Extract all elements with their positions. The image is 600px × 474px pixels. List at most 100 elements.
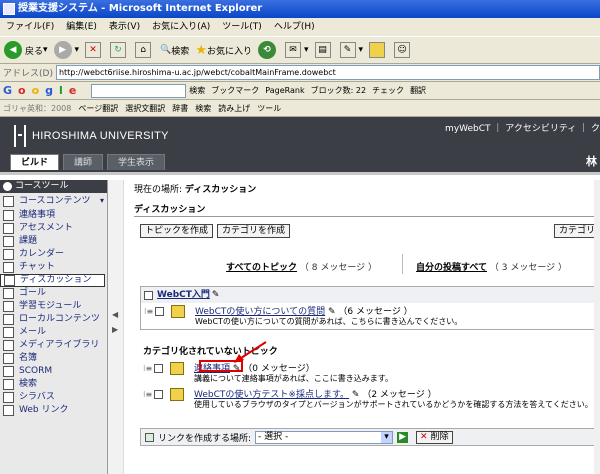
star-icon: ★ [195, 42, 207, 58]
print-icon: ▤ [314, 42, 331, 58]
back-button[interactable]: ◀ 戻る ▾ [4, 41, 48, 59]
tree-icon: ⁝≡ [143, 364, 153, 373]
breadcrumb: 現在の場所: ディスカッション [134, 185, 257, 195]
history-button[interactable]: ⟲ [257, 41, 279, 59]
menu-file[interactable]: ファイル(F) [6, 22, 54, 32]
sidebar-item-discussions[interactable]: ディスカッション [0, 274, 105, 287]
folder-button[interactable] [369, 42, 388, 58]
sidebar-item-assessments[interactable]: アセスメント [0, 222, 107, 235]
module-icon [3, 301, 14, 312]
print-button[interactable]: ▤ [314, 42, 334, 58]
address-bar: アドレス(D) http://webct6riise.hiroshima-u.a… [0, 64, 600, 82]
messenger-button[interactable]: ☺ [394, 42, 413, 58]
menu-favorites[interactable]: お気に入り(A) [152, 22, 210, 32]
divider [134, 216, 600, 217]
all-topics-filter[interactable]: すべてのトピック （ 8 メッセージ ） [226, 260, 377, 273]
home-icon [3, 195, 14, 207]
tab-student-view[interactable]: 学生表示 [107, 154, 166, 170]
my-posts-filter[interactable]: 自分の投稿すべて （ 3 メッセージ ） [416, 260, 567, 273]
translate-button[interactable]: 翻訳 [410, 85, 426, 96]
create-link-bar: リンクを作成する場所: - 選択 - ▾ ▶ ✕ 削除 [140, 428, 600, 446]
sidebar-item-calendar[interactable]: カレンダー [0, 248, 107, 261]
role-tabs: ビルド 講師 学生表示 [10, 154, 169, 170]
go-button[interactable]: ▶ [397, 431, 409, 443]
chevron-down-icon[interactable]: ▾ [381, 431, 393, 443]
create-topic-button[interactable]: トピックを作成 [140, 224, 214, 238]
sidebar-item-search[interactable]: 検索 [0, 378, 107, 391]
sidebar-item-announcements[interactable]: 連絡事項 [0, 209, 107, 222]
menu-help[interactable]: ヘルプ(H) [274, 22, 315, 32]
google-search-button[interactable]: 検索 [189, 85, 205, 96]
address-input[interactable]: http://webct6riise.hiroshima-u.ac.jp/web… [55, 65, 600, 80]
selection-translate-button[interactable]: 選択文翻訳 [125, 103, 165, 114]
edit-button[interactable]: ✎ ▾ [339, 42, 363, 58]
expand-right-icon[interactable]: ▶ [112, 325, 118, 334]
filter-separator [402, 254, 403, 274]
topic-checkbox[interactable] [154, 364, 163, 373]
mail-button[interactable]: ✉ ▾ [284, 42, 309, 58]
sidebar-item-chat[interactable]: チャット [0, 261, 107, 274]
spellcheck-button[interactable]: チェック [372, 85, 404, 96]
topic-checkbox[interactable] [155, 307, 164, 316]
link-location-select[interactable]: - 選択 - ▾ [255, 430, 394, 444]
refresh-icon: ↻ [110, 42, 127, 58]
refresh-button[interactable]: ↻ [110, 42, 129, 58]
dictionary-button[interactable]: 辞書 [172, 103, 188, 114]
sidebar-item-syllabus[interactable]: シラバス [0, 391, 107, 404]
favorites-button[interactable]: ★ お気に入り [195, 43, 252, 58]
mail-icon [3, 327, 14, 338]
page-translate-button[interactable]: ページ翻訳 [78, 103, 118, 114]
collapse-left-icon[interactable]: ◀ [112, 310, 118, 319]
dict-search-button[interactable]: 検索 [195, 103, 211, 114]
assignment-icon [3, 236, 14, 247]
google-search-input[interactable] [91, 83, 187, 98]
sidebar-item-media-library[interactable]: メディアライブラリ [0, 339, 107, 352]
sidebar-item-mail[interactable]: メール [0, 326, 107, 339]
university-logo: HIROSHIMA UNIVERSITY [14, 125, 169, 147]
page-title: ディスカッション [134, 205, 206, 215]
sidebar-item-roster[interactable]: 名簿 [0, 352, 107, 365]
header-links[interactable]: myWebCT ｜ アクセシビリティ ｜ ク [445, 121, 600, 134]
sidebar-item-learning-modules[interactable]: 学習モジュール [0, 300, 107, 313]
tools-button[interactable]: ツール [257, 103, 281, 114]
announcement-icon [3, 210, 14, 221]
tab-build[interactable]: ビルド [10, 154, 60, 170]
category-checkbox[interactable] [144, 290, 153, 300]
menu-tools[interactable]: ツール(T) [222, 22, 262, 32]
folder-icon [369, 42, 386, 58]
category-uncategorized: カテゴリ化されていないトピック ⁝≡ 連絡事項 ✎ （0 メッセージ） 講義につ… [140, 344, 600, 412]
forward-button[interactable]: ▶ ▾ [53, 41, 79, 59]
read-aloud-button[interactable]: 読み上げ [218, 103, 250, 114]
red-arrow-annotation [234, 341, 267, 363]
vertical-scrollbar[interactable] [594, 180, 600, 474]
mail-icon: ✉ [284, 42, 301, 58]
topic-checkbox[interactable] [154, 390, 163, 399]
tab-instructor[interactable]: 講師 [63, 154, 104, 170]
menu-view[interactable]: 表示(V) [109, 22, 140, 32]
category-header: カテゴリ化されていないトピック [140, 344, 600, 360]
history-icon: ⟲ [257, 41, 276, 59]
menu-bar: ファイル(F) 編集(E) 表示(V) お気に入り(A) ツール(T) ヘルプ(H) [0, 18, 600, 36]
chevron-down-icon[interactable]: ▾ [100, 193, 104, 209]
sidebar-splitter[interactable]: ◀ ▶ [108, 180, 124, 474]
sidebar-item-web-links[interactable]: Web リンク [0, 404, 107, 417]
delete-button[interactable]: ✕ 削除 [416, 430, 453, 444]
stop-button[interactable]: ✕ [85, 42, 104, 58]
course-tools-heading[interactable]: コースツール [0, 180, 107, 193]
course-tools-sidebar: コースツール コースコンテンツ ▾ 連絡事項 アセスメント 課題 カレンダー チャ… [0, 180, 108, 474]
sidebar-item-local-content[interactable]: ローカルコンテンツ [0, 313, 107, 326]
search-button[interactable]: 🔍 検索 [160, 44, 189, 57]
sidebar-item-course-content[interactable]: コースコンテンツ ▾ [0, 193, 107, 209]
create-category-button[interactable]: カテゴリを作成 [217, 224, 291, 238]
menu-edit[interactable]: 編集(E) [66, 22, 97, 32]
topic-folder-icon [170, 388, 184, 401]
sidebar-item-goals[interactable]: ゴール [0, 287, 107, 300]
address-label: アドレス(D) [3, 69, 53, 79]
edit-icon[interactable]: ✎ [212, 287, 220, 303]
popup-blocked-count[interactable]: ブロック数: 22 [311, 85, 366, 96]
sidebar-item-assignments[interactable]: 課題 [0, 235, 107, 248]
bookmark-button[interactable]: ブックマーク [211, 85, 259, 96]
home-button[interactable]: ⌂ [135, 42, 154, 58]
sidebar-item-scorm[interactable]: SCORM [0, 365, 107, 378]
category-webct-intro: WebCT入門 ✎ ⁝≡ WebCTの使い方についての質問 ✎ （6 メッセージ … [140, 286, 600, 330]
